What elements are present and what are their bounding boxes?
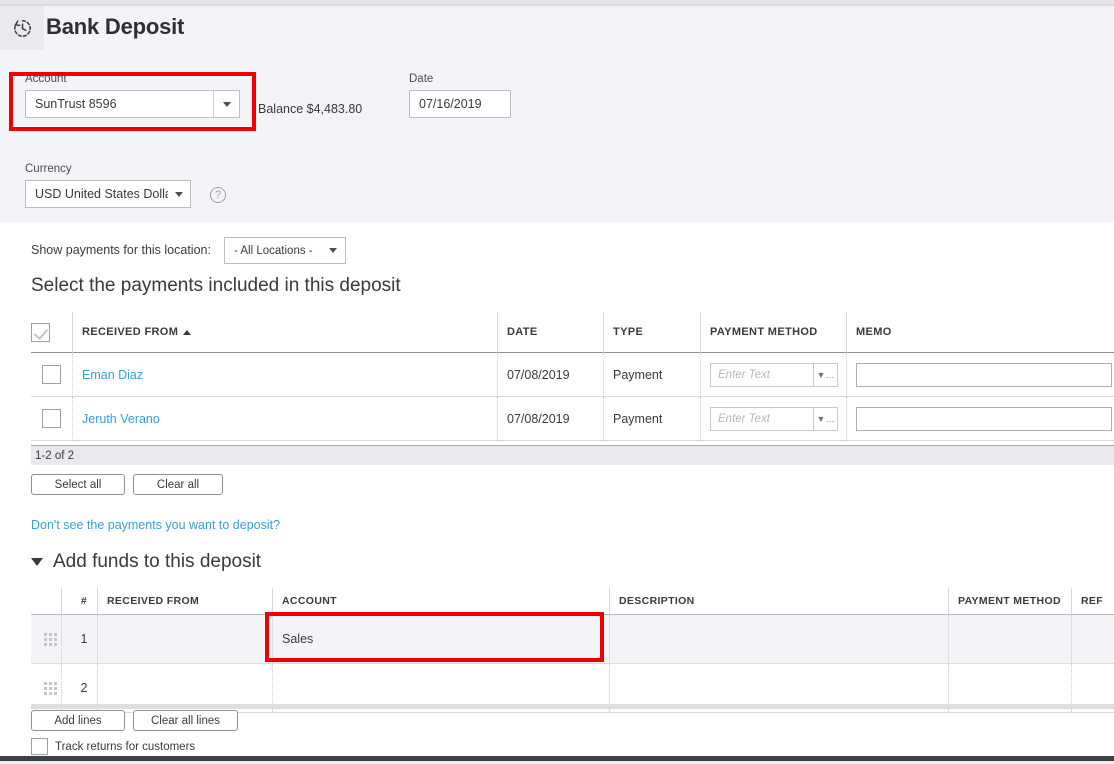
drag-handle-icon[interactable]	[31, 615, 61, 663]
checkbox-icon[interactable]	[42, 409, 61, 428]
currency-select[interactable]: USD United States Dollar	[25, 180, 191, 208]
clear-all-button[interactable]: Clear all	[133, 474, 223, 495]
cell-payment-method[interactable]	[948, 615, 1071, 663]
column-drag	[31, 588, 61, 615]
add-funds-table: # RECEIVED FROM ACCOUNT DESCRIPTION PAYM…	[31, 588, 1114, 713]
chevron-down-icon[interactable]: ▼…	[814, 363, 838, 387]
customer-link[interactable]: Eman Diaz	[82, 368, 143, 382]
column-description: DESCRIPTION	[609, 588, 948, 615]
cell-type: Payment	[603, 397, 700, 441]
location-filter-label: Show payments for this location:	[31, 243, 211, 257]
sort-ascending-icon	[183, 330, 191, 335]
account-balance: Balance $4,483.80	[258, 102, 362, 116]
location-filter-select[interactable]: - All Locations -	[224, 237, 346, 264]
dont-see-payments-link[interactable]: Don't see the payments you want to depos…	[31, 518, 280, 532]
column-ref: REF	[1071, 588, 1114, 615]
pagination-text: 1-2 of 2	[31, 450, 74, 462]
payments-section-title: Select the payments included in this dep…	[31, 275, 401, 297]
page-title: Bank Deposit	[46, 14, 184, 40]
select-all-button[interactable]: Select all	[31, 474, 125, 495]
track-returns-label: Track returns for customers	[55, 741, 195, 753]
column-payment-method[interactable]: PAYMENT METHOD	[700, 312, 846, 353]
column-date[interactable]: DATE	[497, 312, 603, 353]
chevron-down-icon[interactable]	[168, 192, 190, 197]
chevron-down-icon[interactable]: ▼…	[814, 407, 838, 431]
column-account: ACCOUNT	[272, 588, 609, 615]
pagination-bar: 1-2 of 2	[31, 445, 1114, 465]
track-returns-row[interactable]: Track returns for customers	[31, 738, 195, 755]
cell-line-number: 1	[61, 615, 97, 663]
column-line-number: #	[61, 588, 97, 615]
add-funds-title: Add funds to this deposit	[53, 551, 261, 573]
column-memo[interactable]: MEMO	[846, 312, 1114, 353]
payment-method-input[interactable]: Enter Text	[710, 363, 814, 387]
deposit-form-panel: Account SunTrust 8596 Date 07/16/2019 Cu…	[0, 50, 1114, 222]
currency-value: USD United States Dollar	[26, 187, 168, 201]
account-value: SunTrust 8596	[26, 97, 213, 111]
column-received-from-label: RECEIVED FROM	[82, 326, 178, 338]
customer-link[interactable]: Jeruth Verano	[82, 412, 160, 426]
column-received-from[interactable]: RECEIVED FROM	[72, 312, 497, 353]
chevron-down-icon[interactable]	[329, 248, 337, 253]
memo-input[interactable]	[856, 363, 1112, 387]
checkbox-icon[interactable]	[31, 738, 48, 755]
payment-method-input[interactable]: Enter Text	[710, 407, 814, 431]
column-payment-method: PAYMENT METHOD	[948, 588, 1071, 615]
currency-label: Currency	[25, 162, 72, 176]
cell-date: 07/08/2019	[497, 397, 603, 441]
cell-memo	[846, 397, 1114, 441]
date-label: Date	[409, 72, 433, 86]
bank-deposit-page: Bank Deposit Account SunTrust 8596 Date …	[0, 0, 1114, 764]
window-top-strip-inner	[0, 0, 1114, 4]
row-checkbox-cell[interactable]	[31, 397, 72, 441]
location-filter-value: - All Locations -	[234, 245, 313, 257]
page-header: Bank Deposit	[0, 6, 1114, 50]
table-row: Eman Diaz 07/08/2019 Payment Enter Text …	[31, 353, 1114, 397]
cell-description[interactable]	[609, 615, 948, 663]
add-funds-table-header: # RECEIVED FROM ACCOUNT DESCRIPTION PAYM…	[31, 588, 1114, 615]
column-type[interactable]: TYPE	[603, 312, 700, 353]
memo-input[interactable]	[856, 407, 1112, 431]
cell-ref[interactable]	[1071, 615, 1114, 663]
column-received-from: RECEIVED FROM	[97, 588, 272, 615]
row-checkbox-cell[interactable]	[31, 353, 72, 397]
payments-table: RECEIVED FROM DATE TYPE PAYMENT METHOD M…	[31, 312, 1114, 441]
add-lines-button[interactable]: Add lines	[31, 710, 125, 731]
cell-payment-method: Enter Text ▼…	[700, 397, 846, 441]
cell-payment-method: Enter Text ▼…	[700, 353, 846, 397]
chevron-down-icon[interactable]	[213, 91, 239, 117]
clock-history-icon[interactable]	[0, 6, 44, 50]
cell-received-from: Eman Diaz	[72, 353, 497, 397]
date-value: 07/16/2019	[410, 97, 510, 111]
payments-table-header: RECEIVED FROM DATE TYPE PAYMENT METHOD M…	[31, 312, 1114, 353]
cell-received-from: Jeruth Verano	[72, 397, 497, 441]
add-funds-table-footer-rule	[31, 704, 1114, 709]
table-row: 1 Sales	[31, 615, 1114, 664]
select-all-checkbox-header[interactable]	[31, 312, 72, 353]
checkbox-icon[interactable]	[42, 365, 61, 384]
cell-account[interactable]: Sales	[272, 615, 609, 663]
account-select[interactable]: SunTrust 8596	[25, 90, 240, 118]
help-circle-icon[interactable]: ?	[210, 187, 226, 203]
table-row: Jeruth Verano 07/08/2019 Payment Enter T…	[31, 397, 1114, 441]
cell-received-from[interactable]	[97, 615, 272, 663]
cell-type: Payment	[603, 353, 700, 397]
cell-memo	[846, 353, 1114, 397]
checkbox-icon[interactable]	[31, 323, 50, 342]
cell-date: 07/08/2019	[497, 353, 603, 397]
clear-all-lines-button[interactable]: Clear all lines	[133, 710, 238, 731]
add-funds-header[interactable]: Add funds to this deposit	[31, 551, 261, 573]
date-field[interactable]: 07/16/2019	[409, 90, 511, 118]
account-label: Account	[25, 72, 67, 86]
triangle-down-icon[interactable]	[31, 558, 43, 566]
